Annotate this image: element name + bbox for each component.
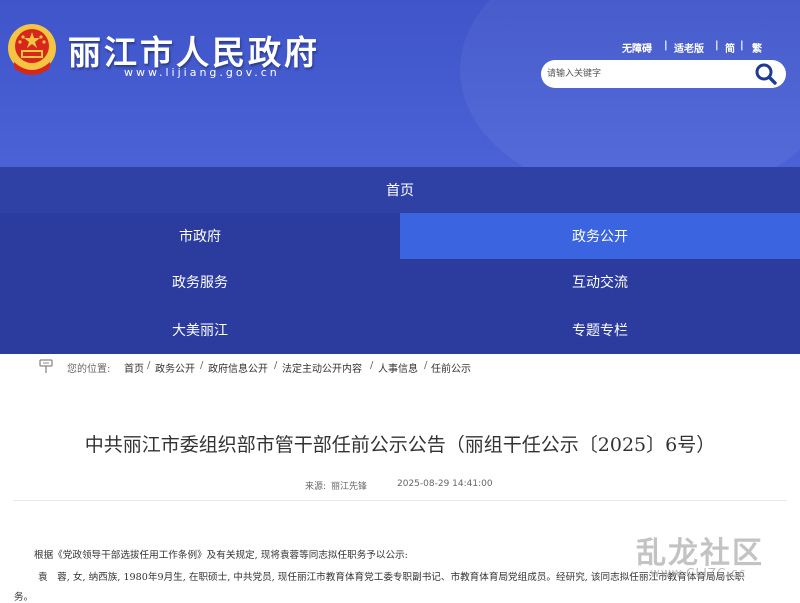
accessibility-link[interactable]: 无障碍	[622, 40, 652, 55]
top-link-separator: |	[740, 40, 744, 51]
site-domain: www.lijiang.gov.cn	[124, 66, 280, 79]
breadcrumb-item-pre-appointment[interactable]: 任前公示	[431, 360, 471, 375]
simplified-chinese-link[interactable]: 简	[725, 40, 735, 55]
breadcrumb-item-info-open[interactable]: 政府信息公开	[208, 360, 268, 375]
nav-special-topics[interactable]: 专题专栏	[400, 305, 800, 354]
source-value: 丽江先锋	[331, 482, 368, 492]
watermark-url: www.CLIZC.cc	[650, 566, 747, 580]
nav-government-services[interactable]: 政务服务	[0, 259, 400, 305]
search-icon[interactable]	[754, 62, 778, 86]
top-link-separator: |	[664, 40, 668, 51]
national-emblem-icon	[8, 24, 56, 75]
breadcrumb-separator: /	[147, 360, 151, 371]
top-link-separator: |	[715, 40, 719, 51]
breadcrumb-item-statutory-content[interactable]: 法定主动公开内容	[282, 360, 362, 375]
traditional-chinese-link[interactable]: 繁	[752, 40, 762, 55]
breadcrumb-item-home[interactable]: 首页	[124, 360, 144, 375]
elderly-mode-link[interactable]: 适老版	[674, 40, 704, 55]
article-paragraph: 根据《党政领导干部选拔任用工作条例》及有关规定, 现将袁蓉等同志拟任职务予以公示…	[34, 550, 408, 561]
breadcrumb-separator: /	[274, 360, 278, 371]
article-paragraph: 务。	[14, 592, 34, 603]
breadcrumb-separator: /	[200, 360, 204, 371]
publish-date: 2025-08-29 14:41:00	[397, 479, 493, 489]
location-sign-icon	[39, 359, 53, 373]
breadcrumb-label: 您的位置:	[67, 364, 111, 375]
breadcrumb-separator: /	[370, 360, 374, 371]
search-input[interactable]	[547, 66, 747, 82]
title-divider	[14, 500, 786, 501]
nav-government-affairs-open[interactable]: 政务公开	[400, 213, 800, 259]
breadcrumb-item-affairs-open[interactable]: 政务公开	[155, 360, 195, 375]
top-links: 无障碍 | 适老版 | 简 | 繁	[616, 40, 776, 55]
article-title: 中共丽江市委组织部市管干部任前公示公告（丽组干任公示〔2025〕6号）	[84, 434, 716, 456]
nav-interaction[interactable]: 互动交流	[400, 259, 800, 305]
source-label: 来源:	[305, 482, 327, 492]
breadcrumb-separator: /	[424, 360, 428, 371]
nav-beautiful-lijiang[interactable]: 大美丽江	[0, 305, 400, 354]
nav-home[interactable]: 首页	[0, 167, 800, 213]
nav-city-government[interactable]: 市政府	[0, 213, 400, 259]
breadcrumb-item-personnel[interactable]: 人事信息	[378, 360, 418, 375]
search-box	[541, 60, 786, 88]
